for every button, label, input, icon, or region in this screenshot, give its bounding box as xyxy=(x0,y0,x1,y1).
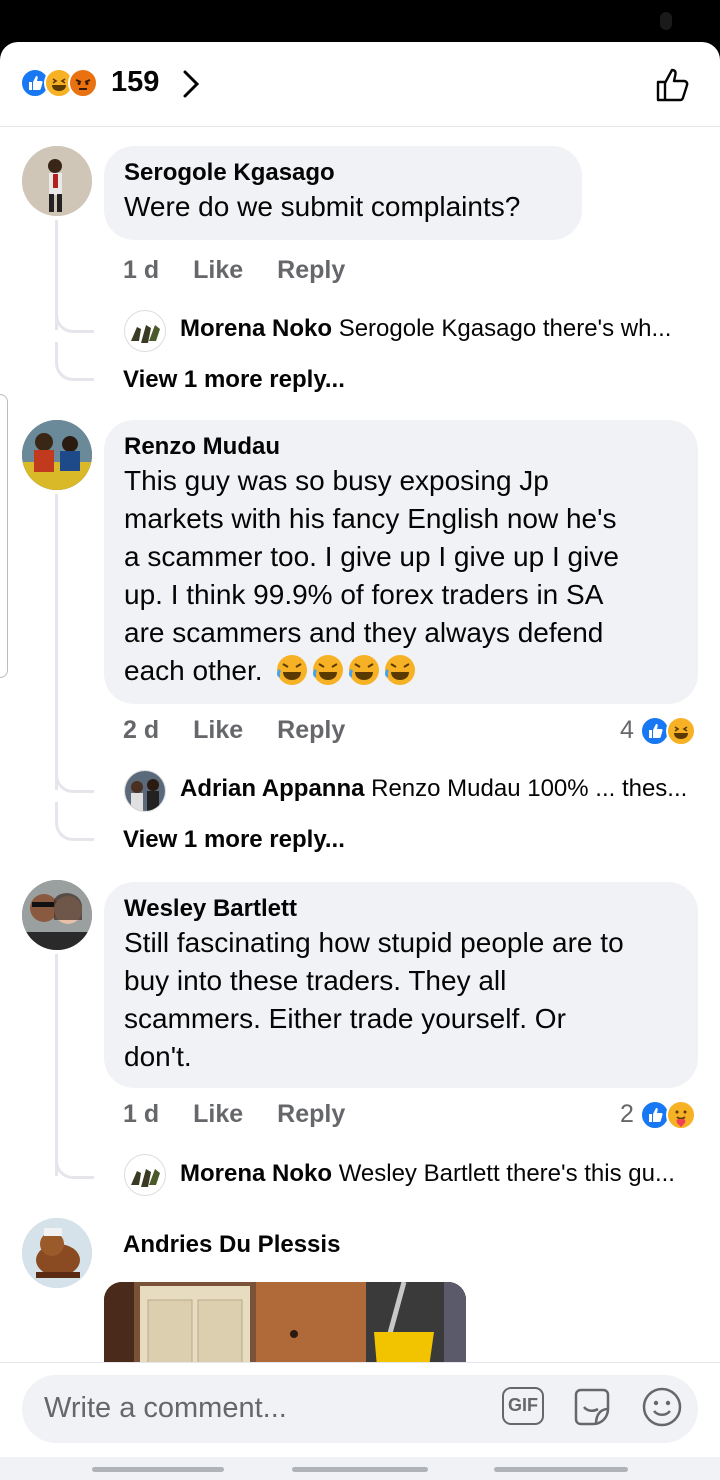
comment-actions: 1 d Like Reply xyxy=(123,256,379,285)
laughing-emoji-icon xyxy=(276,654,416,696)
thread-connector xyxy=(55,292,94,333)
nav-home-button[interactable] xyxy=(292,1467,428,1472)
side-panel-edge[interactable] xyxy=(0,394,8,678)
like-button[interactable]: Like xyxy=(193,716,243,744)
thread-connector xyxy=(55,1138,94,1179)
reaction-count[interactable]: 159 xyxy=(111,66,159,99)
avatar-adrian[interactable] xyxy=(124,770,166,812)
system-nav-bar xyxy=(0,1457,720,1480)
thread-connector xyxy=(55,342,94,381)
view-more-replies[interactable]: View 1 more reply... xyxy=(123,826,345,854)
comment-text-line: are scammers and they always defend xyxy=(124,617,604,648)
comment-reactions[interactable]: 4 xyxy=(620,716,700,746)
chevron-right-icon[interactable] xyxy=(182,70,200,103)
nav-recent-button[interactable] xyxy=(92,1467,224,1472)
comment-author[interactable]: Renzo Mudau xyxy=(124,432,678,462)
reply-text: Serogole Kgasago there's wh... xyxy=(338,315,672,342)
avatar-renzo[interactable] xyxy=(22,420,92,490)
sticker-icon[interactable] xyxy=(570,1385,614,1434)
comment-text: Were do we submit complaints? xyxy=(124,191,521,222)
reply-preview[interactable]: Morena Noko Serogole Kgasago there's wh.… xyxy=(180,315,700,343)
comment-time: 1 d xyxy=(123,1100,160,1128)
reply-button[interactable]: Reply xyxy=(277,256,345,284)
reply-author[interactable]: Adrian Appanna xyxy=(180,775,364,802)
comments-sheet: 159 Serogole Kgasago Were do we submit c… xyxy=(0,42,720,1480)
reply-author[interactable]: Morena Noko xyxy=(180,1160,332,1187)
comment-author[interactable]: Serogole Kgasago xyxy=(124,158,562,188)
avatar-andries[interactable] xyxy=(22,1218,92,1288)
comment-time: 2 d xyxy=(123,716,160,744)
comment-text-line: buy into these traders. They all xyxy=(124,965,507,996)
comment-text-line: Still fascinating how stupid people are … xyxy=(124,927,624,958)
view-more-replies[interactable]: View 1 more reply... xyxy=(123,366,345,394)
comment-author[interactable]: Andries Du Plessis xyxy=(123,1230,340,1260)
thread-connector xyxy=(55,752,94,793)
comment-text-line: up. I think 99.9% of forex traders in SA xyxy=(124,579,604,610)
comment-placeholder: Write a comment... xyxy=(44,1392,287,1424)
comment-composer: Write a comment... GIF xyxy=(0,1362,720,1480)
reply-preview[interactable]: Adrian Appanna Renzo Mudau 100% ... thes… xyxy=(180,775,700,803)
comment-actions: 2 d Like Reply xyxy=(123,716,379,745)
comment-time: 1 d xyxy=(123,256,160,284)
comment-actions: 1 d Like Reply xyxy=(123,1100,379,1129)
comment-text-line: scammers. Either trade yourself. Or xyxy=(124,1003,566,1034)
reply-button[interactable]: Reply xyxy=(277,716,345,744)
comment-reactions[interactable]: 2 xyxy=(620,1100,700,1130)
reply-preview[interactable]: Morena Noko Wesley Bartlett there's this… xyxy=(180,1160,700,1188)
reactions-header: 159 xyxy=(0,42,720,127)
comment-text-line: a scammer too. I give up I give up I giv… xyxy=(124,541,619,572)
emoji-icon[interactable] xyxy=(640,1385,684,1434)
like-post-icon[interactable] xyxy=(654,66,692,109)
reaction-summary[interactable] xyxy=(20,68,110,100)
comment-bubble[interactable]: Serogole Kgasago Were do we submit compl… xyxy=(104,146,582,240)
avatar-wesley[interactable] xyxy=(22,880,92,950)
comment-text-line: don't. xyxy=(124,1041,192,1072)
comment-bubble[interactable]: Wesley Bartlett Still fascinating how st… xyxy=(104,882,698,1088)
thread-line xyxy=(55,494,58,790)
reply-author[interactable]: Morena Noko xyxy=(180,315,332,342)
haha-icon xyxy=(666,716,696,746)
avatar-morena[interactable] xyxy=(124,1154,166,1196)
reply-text: Renzo Mudau 100% ... thes... xyxy=(371,775,688,802)
comment-text-line: markets with his fancy English now he's xyxy=(124,503,617,534)
avatar-morena[interactable] xyxy=(124,310,166,352)
reply-text: Wesley Bartlett there's this gu... xyxy=(338,1160,675,1187)
comment-text-line: This guy was so busy exposing Jp xyxy=(124,465,549,496)
comment-author[interactable]: Wesley Bartlett xyxy=(124,894,678,924)
nav-back-button[interactable] xyxy=(494,1467,628,1472)
thread-connector xyxy=(55,802,94,841)
care-icon xyxy=(666,1100,696,1130)
front-camera xyxy=(660,12,672,30)
comment-reaction-count: 2 xyxy=(620,1100,634,1128)
like-button[interactable]: Like xyxy=(193,256,243,284)
comment-text-line: each other. xyxy=(124,652,678,696)
comment-input[interactable]: Write a comment... GIF xyxy=(22,1375,698,1443)
gif-button[interactable]: GIF xyxy=(502,1387,544,1425)
status-bar xyxy=(0,0,720,44)
avatar-serogole[interactable] xyxy=(22,146,92,216)
comment-bubble[interactable]: Renzo Mudau This guy was so busy exposin… xyxy=(104,420,698,704)
like-button[interactable]: Like xyxy=(193,1100,243,1128)
comment-reaction-count: 4 xyxy=(620,716,634,744)
angry-icon xyxy=(68,68,98,98)
reply-button[interactable]: Reply xyxy=(277,1100,345,1128)
